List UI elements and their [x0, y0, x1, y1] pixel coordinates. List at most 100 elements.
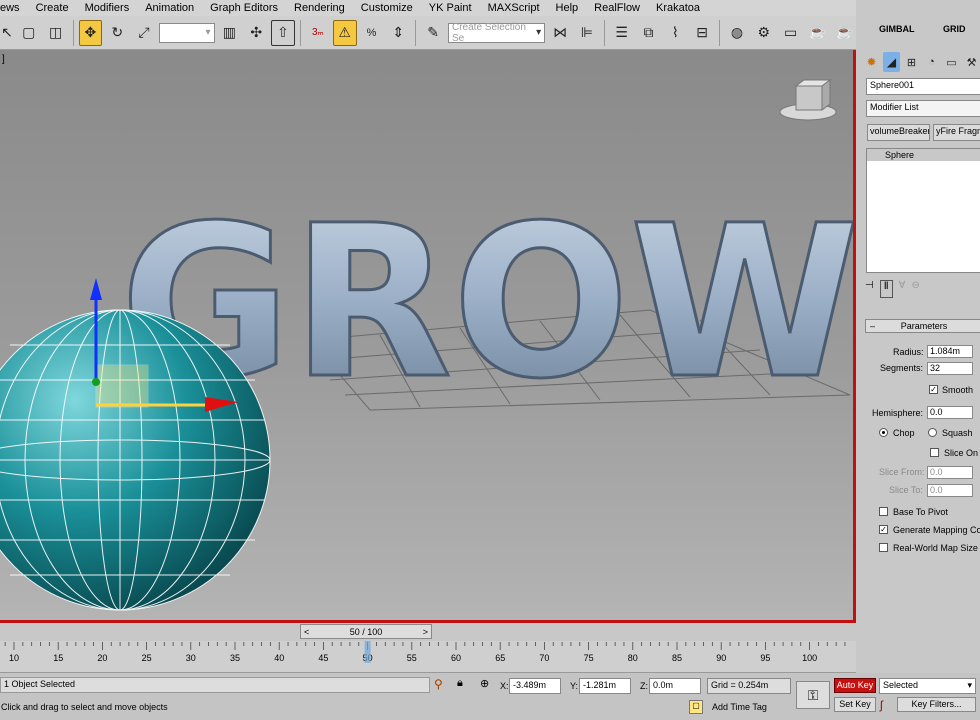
ruler-tick-label: 60 [451, 653, 461, 663]
window-crossing-icon[interactable]: ◫ [44, 20, 68, 46]
tab-gimbal[interactable]: GIMBAL [879, 24, 915, 34]
menu-views[interactable]: ews [0, 2, 28, 14]
slice-from-spinner[interactable]: 0.0 [927, 466, 973, 479]
menu-create[interactable]: Create [28, 2, 77, 14]
menu-help[interactable]: Help [548, 2, 587, 14]
menu-maxscript[interactable]: MAXScript [480, 2, 548, 14]
slice-on-checkbox[interactable] [930, 448, 939, 457]
keyboard-shortcut-icon[interactable]: ⇧ [271, 19, 295, 46]
render-production-icon[interactable]: ☕ [805, 20, 829, 46]
key-set-dropdown[interactable]: Selected ▾ [879, 678, 976, 694]
real-world-map-checkbox[interactable] [879, 543, 888, 552]
base-to-pivot-checkbox[interactable] [879, 507, 888, 516]
chop-radio[interactable] [879, 428, 888, 437]
edit-named-selection-icon[interactable]: ✎ [421, 20, 445, 46]
menu-krakatoa[interactable]: Krakatoa [648, 2, 708, 14]
utilities-tab-icon[interactable]: ⚒ [963, 52, 980, 72]
track-bar[interactable]: 101520253035404550556065707580859095100 [0, 641, 856, 673]
key-mode-toggle-icon[interactable]: ʃ [880, 698, 883, 712]
menu-yk-paint[interactable]: YK Paint [421, 2, 480, 14]
perspective-viewport[interactable]: ] GROW [0, 50, 856, 623]
snap-toggle-icon[interactable]: 3ₘ [306, 20, 330, 46]
modify-tab-icon[interactable]: ◢ [883, 52, 900, 72]
angle-snap-icon[interactable]: ⚠ [332, 19, 357, 46]
next-frame-icon[interactable]: > [423, 627, 428, 637]
schematic-view-icon[interactable]: ⊟ [690, 20, 714, 46]
align-icon[interactable]: ⊫ [575, 20, 599, 46]
segments-spinner[interactable]: 32 [927, 362, 973, 375]
ruler-tick-label: 85 [672, 653, 682, 663]
menu-graph-editors[interactable]: Graph Editors [202, 2, 286, 14]
generate-mapping-checkbox[interactable]: ✓ [879, 525, 888, 534]
lock-selection-icon[interactable]: 🔒︎ [457, 677, 463, 690]
select-manipulate-icon[interactable]: ✣ [244, 20, 268, 46]
render-setup-icon[interactable]: ⚙ [752, 20, 776, 46]
menu-customize[interactable]: Customize [353, 2, 421, 14]
squash-radio[interactable] [928, 428, 937, 437]
set-key-mode-icon[interactable]: ⚿ [796, 681, 830, 709]
generate-mapping-label: Generate Mapping Co [893, 525, 980, 535]
auto-key-label: Auto Key [836, 680, 874, 690]
select-icon[interactable]: ↖ [0, 20, 14, 46]
graphite-tools-icon[interactable]: ⧉ [637, 20, 661, 46]
stack-item-sphere[interactable]: Sphere [867, 149, 980, 161]
object-name-field[interactable]: Sphere001 [866, 78, 980, 95]
material-editor-icon[interactable]: ◍ [725, 20, 749, 46]
hemisphere-spinner[interactable]: 0.0 [927, 406, 973, 419]
modifier-list-dropdown[interactable]: Modifier List [866, 100, 980, 117]
volumebreaker-button[interactable]: volumeBreaker [867, 124, 930, 141]
isolate-icon[interactable]: ⚲ [434, 677, 443, 691]
smooth-checkbox[interactable]: ✓ [929, 385, 938, 394]
make-unique-icon[interactable]: ∀ [899, 280, 906, 298]
time-tag-icon[interactable]: ▢ [689, 700, 703, 714]
z-coordinate-field[interactable]: 0.0m [649, 678, 701, 694]
select-region-icon[interactable]: ▢ [17, 20, 41, 46]
fragment-button[interactable]: yFire Fragm [933, 124, 980, 141]
pin-stack-icon[interactable]: ⊣ [865, 280, 874, 298]
prev-frame-icon[interactable]: < [304, 627, 309, 637]
slice-to-spinner[interactable]: 0.0 [927, 484, 973, 497]
set-key-button[interactable]: Set Key [834, 697, 876, 712]
display-tab-icon[interactable]: ▭ [943, 52, 960, 72]
time-slider-track[interactable]: < 50 / 100 > [0, 623, 856, 641]
mirror-icon[interactable]: ⋈ [548, 20, 572, 46]
fragment-label: yFire Fragm [936, 126, 980, 136]
scale-icon[interactable]: ⤢ [132, 20, 156, 46]
move-icon[interactable]: ✥ [78, 19, 103, 46]
hierarchy-tab-icon[interactable]: ⊞ [903, 52, 920, 72]
frame-counter: 50 / 100 [349, 626, 383, 637]
reference-coordinate-dropdown[interactable]: ▾ [158, 22, 215, 43]
menu-rendering[interactable]: Rendering [286, 2, 353, 14]
radius-label: Radius: [893, 347, 924, 357]
x-coordinate-field[interactable]: -3.489m [509, 678, 561, 694]
parameters-rollout-header[interactable]: – Parameters [865, 319, 980, 333]
rendered-frame-icon[interactable]: ▭ [779, 20, 803, 46]
motion-tab-icon[interactable]: ◔ [923, 52, 940, 72]
percent-snap-icon[interactable]: % [360, 20, 384, 46]
pivot-center-icon[interactable]: ▥ [218, 20, 242, 46]
current-frame-marker[interactable] [364, 641, 371, 663]
layer-manager-icon[interactable]: ☰ [610, 20, 634, 46]
chevron-down-icon: ▾ [536, 27, 542, 38]
radius-spinner[interactable]: 1.084m [927, 345, 973, 358]
teapot-icon[interactable]: ☕ [832, 20, 856, 46]
named-selection-dropdown[interactable]: Create Selection Se ▾ [447, 22, 546, 44]
remove-modifier-icon[interactable]: ⊖ [911, 280, 919, 298]
menu-realflow[interactable]: RealFlow [586, 2, 648, 14]
add-time-tag-label[interactable]: Add Time Tag [712, 702, 767, 712]
menu-modifiers[interactable]: Modifiers [77, 2, 138, 14]
menu-animation[interactable]: Animation [137, 2, 202, 14]
show-end-result-icon[interactable]: Ⅱ [879, 280, 893, 298]
key-filters-button[interactable]: Key Filters... [897, 697, 976, 712]
curve-editor-icon[interactable]: ⌇ [663, 20, 687, 46]
create-tab-icon[interactable]: ✹ [863, 52, 880, 72]
tab-grid[interactable]: GRID [943, 24, 966, 34]
spinner-snap-icon[interactable]: ⇕ [386, 20, 410, 46]
auto-key-button[interactable]: Auto Key [834, 678, 876, 693]
time-slider-thumb[interactable]: < 50 / 100 > [300, 624, 432, 639]
rotate-icon[interactable]: ↻ [105, 20, 129, 46]
base-to-pivot-label: Base To Pivot [893, 507, 948, 517]
smooth-label: Smooth [942, 385, 974, 395]
absolute-mode-icon[interactable]: ⊕ [480, 677, 489, 690]
y-coordinate-field[interactable]: -1.281m [579, 678, 631, 694]
